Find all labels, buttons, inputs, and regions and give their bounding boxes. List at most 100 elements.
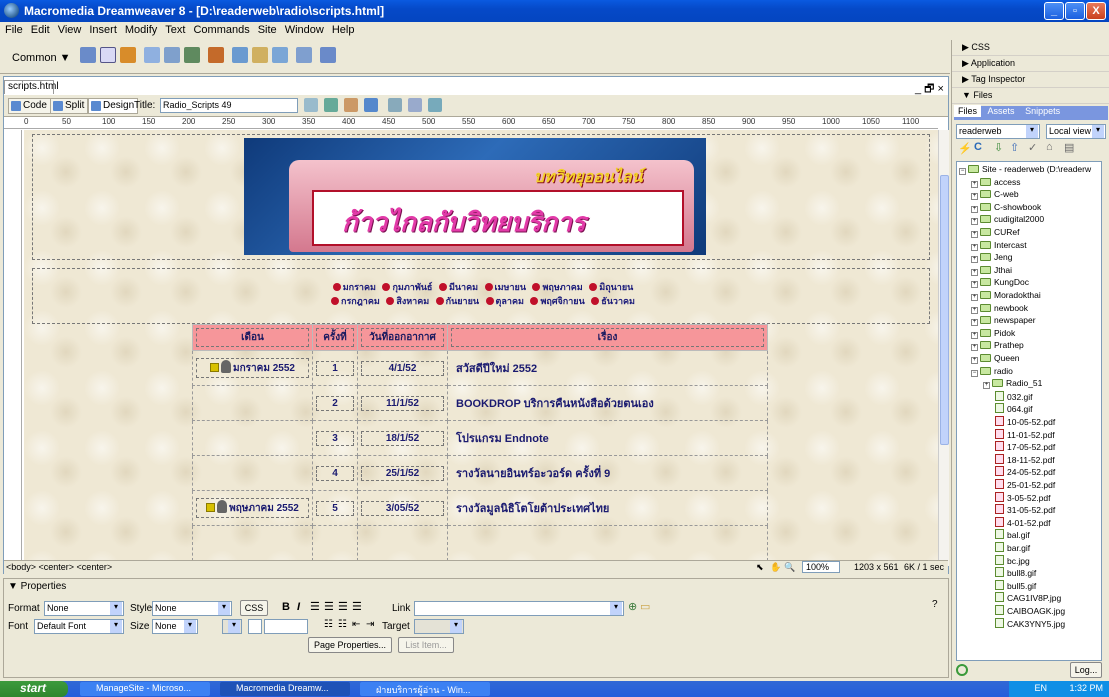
file-item[interactable]: bull5.gif: [995, 579, 1036, 591]
get-files-icon[interactable]: ⇩: [994, 141, 1003, 154]
month-link[interactable]: มิถุนายน: [599, 282, 633, 292]
split-view-button[interactable]: Split: [50, 98, 89, 114]
file-item[interactable]: 032.gif: [995, 390, 1033, 402]
menu-view[interactable]: View: [53, 22, 85, 36]
visual-aids-icon[interactable]: [428, 98, 442, 112]
site-select[interactable]: readerweb: [956, 124, 1040, 139]
folder-item[interactable]: + Intercast: [971, 240, 1027, 251]
month-link[interactable]: สิงหาคม: [396, 296, 429, 306]
check-out-icon[interactable]: ✓: [1028, 141, 1037, 154]
check-in-icon[interactable]: ⌂: [1046, 141, 1053, 153]
document-tab[interactable]: scripts.html: [4, 80, 59, 94]
css-panel-header[interactable]: ▶ CSS: [952, 42, 1109, 56]
month-link[interactable]: ตุลาคม: [496, 296, 524, 306]
folder-item[interactable]: + Pidok: [971, 328, 1015, 339]
month-link[interactable]: กุมภาพันธ์: [392, 282, 432, 292]
date-icon[interactable]: [232, 47, 248, 63]
start-button[interactable]: start: [0, 681, 68, 697]
code-view-button[interactable]: Code: [8, 98, 51, 114]
folder-item[interactable]: + C-web: [971, 189, 1019, 201]
page-title-input[interactable]: Radio_Scripts 49: [160, 98, 298, 113]
color-picker-icon[interactable]: [248, 619, 262, 634]
folder-item[interactable]: + access: [971, 177, 1020, 188]
unordered-list-icon[interactable]: ☷: [324, 619, 333, 630]
file-item[interactable]: 24-05-52.pdf: [995, 466, 1055, 477]
tab-assets[interactable]: Assets: [984, 105, 1019, 117]
file-tree[interactable]: − Site - readerweb (D:\readerw + access + C-…: [956, 161, 1102, 661]
align-right-icon[interactable]: ☰: [338, 600, 348, 613]
folder-item[interactable]: + newbook: [971, 303, 1028, 314]
media-icon[interactable]: [208, 47, 224, 63]
folder-item[interactable]: + C-showbook: [971, 202, 1041, 213]
file-item[interactable]: CAG1IV8P.jpg: [995, 592, 1061, 603]
month-link[interactable]: เมษายน: [495, 282, 526, 292]
refresh-icon[interactable]: [388, 98, 402, 112]
month-link[interactable]: พฤษภาคม: [542, 282, 582, 292]
zoom-tool-icon[interactable]: 🔍: [784, 562, 795, 573]
format-select[interactable]: None: [44, 601, 124, 616]
title-cell[interactable]: รางวัลนายอินทร์อะวอร์ด ครั้งที่ 9: [447, 455, 768, 491]
named-anchor-icon[interactable]: [120, 47, 136, 63]
month-link[interactable]: พฤศจิกายน: [540, 296, 584, 306]
style-select[interactable]: None: [152, 601, 232, 616]
file-item[interactable]: CAK3YNY5.jpg: [995, 617, 1065, 629]
menu-window[interactable]: Window: [280, 22, 327, 36]
month-link[interactable]: ธันวาคม: [601, 296, 635, 306]
file-item[interactable]: bar.gif: [995, 542, 1030, 553]
menu-edit[interactable]: Edit: [26, 22, 53, 36]
italic-icon[interactable]: I: [297, 601, 300, 613]
bold-icon[interactable]: B: [282, 601, 290, 613]
refresh-files-icon[interactable]: C: [974, 141, 982, 153]
put-files-icon[interactable]: ⇧: [1010, 141, 1019, 154]
globe-icon[interactable]: [364, 98, 378, 112]
menu-site[interactable]: Site: [253, 22, 280, 36]
file-management-icon[interactable]: [304, 98, 318, 112]
comment-icon[interactable]: [272, 47, 288, 63]
folder-item[interactable]: − radio: [971, 366, 1013, 377]
view-select[interactable]: Local view: [1046, 124, 1106, 139]
hand-tool-icon[interactable]: ✋: [770, 562, 781, 573]
folder-item[interactable]: + Jthai: [971, 265, 1012, 276]
color-input[interactable]: [264, 619, 308, 634]
connect-icon[interactable]: ⚡: [958, 142, 972, 155]
font-select[interactable]: Default Font: [34, 619, 124, 634]
task-managesite[interactable]: ManageSite - Microso...: [80, 682, 210, 696]
tab-files[interactable]: Files: [954, 105, 982, 117]
help-icon[interactable]: ?: [932, 599, 938, 610]
file-item[interactable]: 31-05-52.pdf: [995, 504, 1055, 515]
menu-help[interactable]: Help: [327, 22, 358, 36]
table-icon[interactable]: [144, 47, 160, 63]
close-button[interactable]: X: [1086, 2, 1106, 20]
site-root-item[interactable]: − Site - readerweb (D:\readerw: [959, 164, 1091, 175]
minimize-button[interactable]: _: [1044, 2, 1064, 20]
title-cell[interactable]: สวัสดีปีใหม่ 2552: [447, 350, 768, 386]
folder-item[interactable]: + Radio_51: [983, 378, 1042, 390]
task-reader-service[interactable]: ฝ่ายบริการผู้อ่าน - Win...: [360, 682, 490, 696]
page-properties-button[interactable]: Page Properties...: [308, 637, 392, 653]
preview-browser-icon[interactable]: [324, 98, 338, 112]
file-item[interactable]: bal.gif: [995, 529, 1030, 540]
design-scrollbar[interactable]: [938, 130, 949, 566]
folder-item[interactable]: + Prathep: [971, 340, 1024, 352]
size-select[interactable]: None: [152, 619, 198, 634]
file-item[interactable]: bull8.gif: [995, 567, 1036, 578]
menu-file[interactable]: File: [0, 22, 26, 36]
link-input[interactable]: [414, 601, 624, 616]
menu-modify[interactable]: Modify: [120, 22, 160, 36]
file-item[interactable]: bc.jpg: [995, 554, 1030, 566]
align-center-icon[interactable]: ☰: [324, 600, 334, 613]
tag-chooser-icon[interactable]: [320, 47, 336, 63]
menu-commands[interactable]: Commands: [188, 22, 252, 36]
month-link[interactable]: กันยายน: [446, 296, 479, 306]
file-item[interactable]: 17-05-52.pdf: [995, 441, 1055, 452]
email-link-icon[interactable]: [100, 47, 116, 63]
folder-item[interactable]: + Jeng: [971, 252, 1012, 264]
tag-inspector-panel-header[interactable]: ▶ Tag Inspector: [952, 74, 1109, 88]
outdent-icon[interactable]: ⇤: [352, 619, 360, 630]
ordered-list-icon[interactable]: ☷: [338, 619, 347, 630]
application-panel-header[interactable]: ▶ Application: [952, 58, 1109, 72]
justify-icon[interactable]: ☰: [352, 600, 362, 613]
window-size-select[interactable]: 1203 x 561: [854, 562, 899, 572]
tag-selector[interactable]: <body> <center> <center>: [6, 562, 112, 572]
file-item[interactable]: CAIBOAGK.jpg: [995, 605, 1065, 616]
